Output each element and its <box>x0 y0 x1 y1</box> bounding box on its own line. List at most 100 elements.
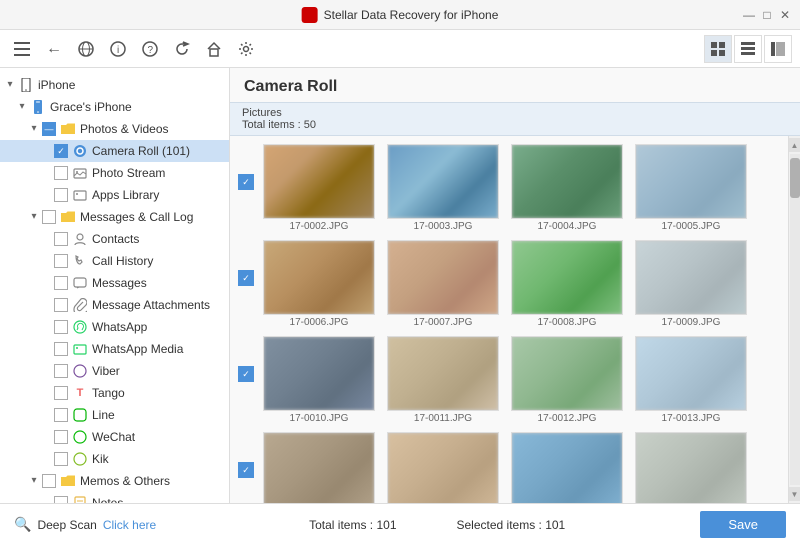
scroll-up-button[interactable]: ▲ <box>789 138 800 152</box>
sidebar-item-messages-calllog[interactable]: ▾ Messages & Call Log <box>0 206 229 228</box>
help-button[interactable]: ? <box>136 35 164 63</box>
detail-view-button[interactable] <box>764 35 792 63</box>
check-photos-videos[interactable]: — <box>42 122 56 136</box>
photo-item[interactable]: 17-0004.JPG <box>508 144 626 232</box>
photo-row: ✓ 17-0006.JPG 17-0007.JPG 17-0008.JPG <box>238 240 780 328</box>
total-items-label: Total items : 50 <box>242 119 316 131</box>
check-messages[interactable] <box>42 210 56 224</box>
check-whatsapp[interactable] <box>54 320 68 334</box>
scroll-thumb[interactable] <box>790 158 800 198</box>
photo-thumbnail <box>263 144 375 219</box>
sidebar-label-notes: Notes <box>92 494 123 503</box>
refresh-button[interactable] <box>168 35 196 63</box>
scroll-track[interactable] <box>790 154 800 485</box>
info-button[interactable]: i <box>104 35 132 63</box>
close-button[interactable]: ✕ <box>778 8 792 22</box>
photo-thumbnail <box>387 336 499 411</box>
sidebar-item-apps-library[interactable]: Apps Library <box>0 184 229 206</box>
photo-thumbnail <box>635 432 747 503</box>
sidebar-item-tango[interactable]: T Tango <box>0 382 229 404</box>
sidebar-item-memos-others[interactable]: ▾ Memos & Others <box>0 470 229 492</box>
globe-button[interactable] <box>72 35 100 63</box>
list-view-button[interactable] <box>734 35 762 63</box>
photo-item[interactable]: 17-0016.JPG <box>508 432 626 503</box>
sidebar-label-messages-calllog: Messages & Call Log <box>80 208 193 226</box>
row-checkbox[interactable]: ✓ <box>238 462 254 478</box>
photo-row: ✓ 17-0010.JPG 17-0011.JPG 17-0012.JPG <box>238 336 780 424</box>
click-here-link[interactable]: Click here <box>103 518 156 532</box>
row-checkbox[interactable]: ✓ <box>238 270 254 286</box>
minimize-button[interactable]: — <box>742 8 756 22</box>
check-photo-stream[interactable] <box>54 166 68 180</box>
photo-item[interactable]: 17-0011.JPG <box>384 336 502 424</box>
photo-item[interactable]: 17-0014.JPG <box>260 432 378 503</box>
sidebar-item-iphone[interactable]: ▾ iPhone <box>0 74 229 96</box>
photo-item[interactable]: 17-0006.JPG <box>260 240 378 328</box>
check-message-attachments[interactable] <box>54 298 68 312</box>
home-button[interactable] <box>200 35 228 63</box>
photo-item[interactable]: 17-0002.JPG <box>260 144 378 232</box>
photo-item[interactable]: 17-0009.JPG <box>632 240 750 328</box>
check-tango[interactable] <box>54 386 68 400</box>
check-contacts[interactable] <box>54 232 68 246</box>
scroll-down-button[interactable]: ▼ <box>789 487 800 501</box>
selected-items-status: Selected items : 101 <box>457 518 566 532</box>
photo-item[interactable]: 17-0008.JPG <box>508 240 626 328</box>
line-icon <box>72 407 88 423</box>
grid-view-button[interactable] <box>704 35 732 63</box>
photo-label: 17-0003.JPG <box>414 221 473 232</box>
sidebar-item-photos-videos[interactable]: ▾ — Photos & Videos <box>0 118 229 140</box>
vertical-scrollbar[interactable]: ▲ ▼ <box>788 136 800 503</box>
photo-item[interactable]: 17-0007.JPG <box>384 240 502 328</box>
check-whatsapp-media[interactable] <box>54 342 68 356</box>
sidebar-item-call-history[interactable]: Call History <box>0 250 229 272</box>
photo-item[interactable]: 17-0010.JPG <box>260 336 378 424</box>
sidebar-item-graces-iphone[interactable]: ▾ Grace's iPhone <box>0 96 229 118</box>
sidebar-item-camera-roll[interactable]: ✓ Camera Roll (101) <box>0 140 229 162</box>
check-messages-item[interactable] <box>54 276 68 290</box>
sidebar-label-line: Line <box>92 406 115 424</box>
sidebar-item-line[interactable]: Line <box>0 404 229 426</box>
photo-row: ✓ 17-0002.JPG 17-0003.JPG 17-0004.JPG <box>238 144 780 232</box>
check-camera-roll[interactable]: ✓ <box>54 144 68 158</box>
sidebar-item-message-attachments[interactable]: Message Attachments <box>0 294 229 316</box>
back-button[interactable]: ← <box>40 35 68 63</box>
sidebar-item-whatsapp-media[interactable]: WhatsApp Media <box>0 338 229 360</box>
camera-roll-icon <box>72 143 88 159</box>
sidebar-item-kik[interactable]: Kik <box>0 448 229 470</box>
photo-item[interactable]: 17-0017.JPG <box>632 432 750 503</box>
check-notes[interactable] <box>54 496 68 503</box>
menu-button[interactable] <box>8 35 36 63</box>
check-apps-library[interactable] <box>54 188 68 202</box>
row-checkbox[interactable]: ✓ <box>238 366 254 382</box>
sidebar-item-whatsapp[interactable]: WhatsApp <box>0 316 229 338</box>
check-memos[interactable] <box>42 474 56 488</box>
photo-item[interactable]: 17-0005.JPG <box>632 144 750 232</box>
photo-item[interactable]: 17-0015.JPG <box>384 432 502 503</box>
row-checkbox[interactable]: ✓ <box>238 174 254 190</box>
check-kik[interactable] <box>54 452 68 466</box>
settings-button[interactable] <box>232 35 260 63</box>
expand-icon <box>40 387 52 399</box>
sidebar-item-viber[interactable]: Viber <box>0 360 229 382</box>
check-line[interactable] <box>54 408 68 422</box>
photo-item[interactable]: 17-0003.JPG <box>384 144 502 232</box>
expand-icon <box>40 321 52 333</box>
sidebar-item-contacts[interactable]: Contacts <box>0 228 229 250</box>
sidebar-item-messages[interactable]: Messages <box>0 272 229 294</box>
sidebar-label-tango: Tango <box>92 384 125 402</box>
photo-item[interactable]: 17-0013.JPG <box>632 336 750 424</box>
check-wechat[interactable] <box>54 430 68 444</box>
photo-thumbnail <box>263 240 375 315</box>
maximize-button[interactable]: □ <box>760 8 774 22</box>
sidebar-label-msg-attachments: Message Attachments <box>92 296 210 314</box>
sidebar-item-wechat[interactable]: WeChat <box>0 426 229 448</box>
save-button[interactable]: Save <box>700 511 786 538</box>
check-call-history[interactable] <box>54 254 68 268</box>
photo-item[interactable]: 17-0012.JPG <box>508 336 626 424</box>
title-bar: Stellar Data Recovery for iPhone — □ ✕ <box>0 0 800 30</box>
check-viber[interactable] <box>54 364 68 378</box>
sidebar-item-notes[interactable]: Notes <box>0 492 229 503</box>
expand-icon <box>40 453 52 465</box>
sidebar-item-photo-stream[interactable]: Photo Stream <box>0 162 229 184</box>
